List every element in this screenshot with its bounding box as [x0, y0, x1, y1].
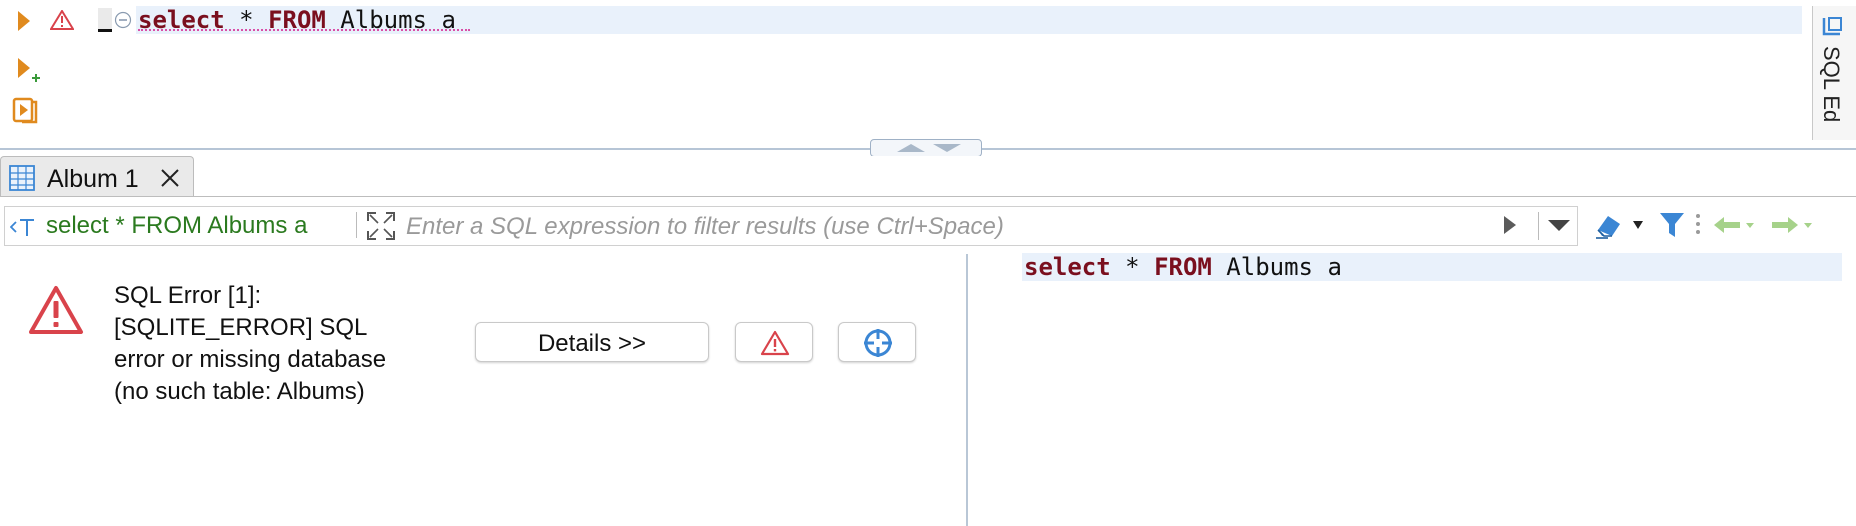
execute-statement-icon[interactable] [16, 9, 32, 33]
error-squiggle [138, 29, 470, 31]
warning-icon [760, 330, 790, 356]
error-line: [SQLITE_ERROR] SQL [114, 314, 368, 341]
eraser-icon[interactable] [1594, 210, 1624, 240]
query-plain-table: Albums a [1211, 253, 1342, 281]
filter-expression-input[interactable] [404, 211, 1498, 243]
collapse-fold-icon[interactable] [114, 11, 132, 29]
details-button-label: Details >> [537, 330, 647, 357]
error-query-splitter[interactable] [966, 254, 968, 526]
show-error-log-button[interactable] [735, 322, 813, 362]
close-icon[interactable] [159, 167, 181, 189]
filter-icon[interactable] [1658, 210, 1686, 240]
query-keyword-from: FROM [1154, 253, 1212, 281]
query-preview: select * FROM Albums a [1024, 253, 1342, 281]
active-query-text[interactable]: select * FROM Albums a [46, 212, 307, 240]
sql-query-icon [10, 219, 34, 236]
error-warning-icon [29, 286, 83, 334]
sql-editor[interactable]: select * FROM Albums a SQL Ed [0, 0, 1856, 150]
crosshair-target-icon [864, 329, 892, 357]
chevron-down-icon[interactable] [1632, 220, 1644, 230]
execute-new-tab-icon[interactable] [16, 56, 40, 84]
tab-label: Album 1 [47, 165, 139, 193]
locate-error-button[interactable] [838, 322, 916, 362]
expand-filter-icon[interactable] [366, 211, 396, 241]
toolbar-grip-icon [1696, 214, 1700, 234]
tab-album-1[interactable]: Album 1 [0, 156, 194, 196]
chevron-down-icon[interactable] [1546, 218, 1572, 232]
error-marker-icon [50, 10, 74, 30]
history-separator [1538, 212, 1539, 240]
splitter-toggle[interactable] [870, 139, 982, 157]
side-panel-label: SQL Ed [1819, 46, 1844, 123]
query-keyword-select: select [1024, 253, 1111, 281]
back-arrow-icon[interactable] [1712, 214, 1756, 236]
error-line: (no such table: Albums) [114, 378, 365, 405]
apply-filter-icon[interactable] [1502, 214, 1518, 236]
results-tab-bar: Album 1 [0, 156, 1856, 197]
filter-separator [356, 212, 357, 238]
error-line: SQL Error [1]: [114, 282, 262, 309]
maximize-minimize-arrows-icon [897, 144, 961, 152]
error-message: SQL Error [1]: [SQLITE_ERROR] SQL error … [114, 280, 444, 408]
sql-editor-panel-icon [1822, 17, 1842, 36]
details-button[interactable]: Details >> [475, 322, 709, 362]
execute-script-icon[interactable] [10, 96, 40, 126]
query-plain-star: * [1110, 253, 1155, 281]
text-cursor [98, 8, 112, 32]
table-grid-icon [9, 165, 35, 191]
forward-arrow-icon[interactable] [1770, 214, 1814, 236]
error-line: error or missing database [114, 346, 387, 373]
